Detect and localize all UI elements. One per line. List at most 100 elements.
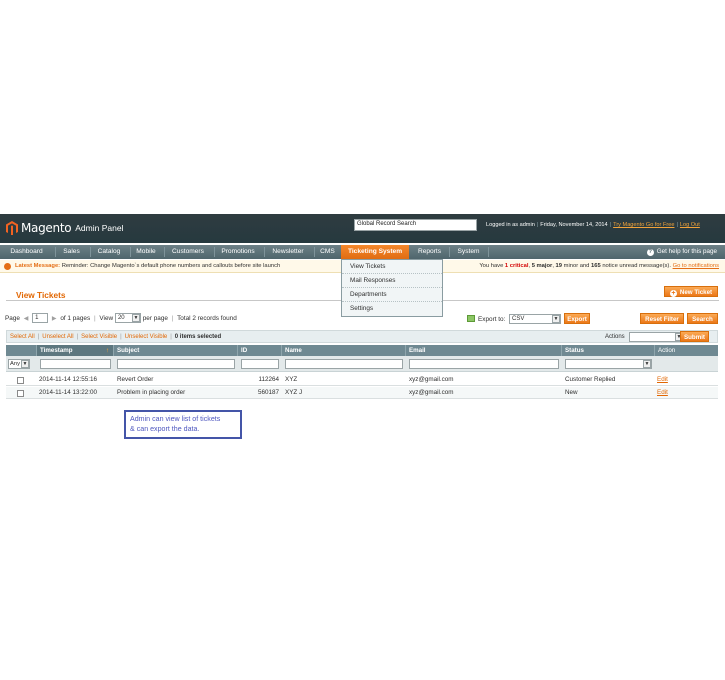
logo-subtitle: Admin Panel xyxy=(75,223,124,233)
logo-text: Magento xyxy=(21,221,72,235)
chevron-down-icon: ▼ xyxy=(643,360,651,368)
warning-icon xyxy=(4,263,11,270)
actions-select[interactable]: ▼ xyxy=(629,332,684,342)
cell-id: 560187 xyxy=(257,389,279,396)
unselect-all-link[interactable]: Unselect All xyxy=(42,334,73,340)
date-text: Friday, November 14, 2014 xyxy=(540,222,608,228)
cell-email: xyz@gmail.com xyxy=(409,376,454,383)
col-status[interactable]: Status xyxy=(562,345,655,356)
new-ticket-button[interactable]: + New Ticket xyxy=(664,286,718,297)
nav-system[interactable]: System xyxy=(451,245,486,259)
header: Magento Admin Panel Global Record Search… xyxy=(0,214,725,243)
help-label: Get help for this page xyxy=(656,248,717,255)
total-records: Total 2 records found xyxy=(177,315,237,322)
nav-newsletter[interactable]: Newsletter xyxy=(266,245,310,259)
col-timestamp[interactable]: Timestamp ↑ xyxy=(37,345,114,356)
export-format-select[interactable]: CSV ▼ xyxy=(509,314,561,324)
cell-name: XYZ xyxy=(285,376,298,383)
logout-link[interactable]: Log Out xyxy=(680,222,700,228)
pager: Page ◀ 1 ▶ of 1 pages | View 20 ▼ per pag… xyxy=(5,313,237,325)
submit-button[interactable]: Submit xyxy=(680,331,709,342)
cell-id: 112264 xyxy=(258,376,279,383)
status-filter-select[interactable]: ▼ xyxy=(565,359,652,369)
cell-email: xyz@gmail.com xyxy=(409,389,454,396)
unselect-visible-link[interactable]: Unselect Visible xyxy=(125,334,168,340)
chevron-down-icon: ▼ xyxy=(131,314,140,323)
select-all-link[interactable]: Select All xyxy=(10,334,35,340)
nav-cms[interactable]: CMS xyxy=(316,245,339,259)
ticketing-dropdown-menu: View Tickets Mail Responses Departments … xyxy=(341,259,443,317)
try-magento-link[interactable]: Try Magento Go for Free xyxy=(613,222,674,228)
col-name[interactable]: Name xyxy=(282,345,406,356)
go-to-notifications-link[interactable]: Go to notifications xyxy=(673,263,719,269)
select-visible-link[interactable]: Select Visible xyxy=(81,334,117,340)
table-row[interactable]: 2014-11-14 12:55:16 Revert Order 112264 … xyxy=(6,374,718,386)
notice-suffix: notice unread message(s). xyxy=(602,263,671,269)
admin-panel: Magento Admin Panel Global Record Search… xyxy=(0,214,725,439)
minor-count: 19 xyxy=(555,263,562,269)
view-label: View xyxy=(99,315,114,322)
global-search-input[interactable]: Global Record Search xyxy=(354,219,477,231)
export-button[interactable]: Export xyxy=(564,313,590,324)
email-filter-input[interactable] xyxy=(409,359,559,369)
note-line-2: & can export the data. xyxy=(130,424,200,433)
export-icon xyxy=(467,315,475,322)
export-format-value: CSV xyxy=(512,316,525,322)
new-ticket-label: New Ticket xyxy=(679,289,713,296)
prev-page-icon[interactable]: ◀ xyxy=(24,313,29,325)
timestamp-filter-input[interactable] xyxy=(40,359,111,369)
edit-link[interactable]: Edit xyxy=(657,387,668,399)
nav-promotions[interactable]: Promotions xyxy=(216,245,260,259)
col-action: Action xyxy=(658,347,676,354)
cell-status: Customer Replied xyxy=(565,376,616,383)
plus-icon: + xyxy=(669,290,677,297)
note-line-1: Admin can view list of tickets xyxy=(130,415,221,423)
row-checkbox[interactable] xyxy=(17,377,24,384)
menu-item-view-tickets[interactable]: View Tickets xyxy=(342,260,442,274)
latest-message-label: Latest Message: xyxy=(15,263,61,269)
help-link[interactable]: ? Get help for this page xyxy=(646,245,717,259)
actions-label: Actions xyxy=(605,334,625,340)
massaction-filter-select[interactable]: Any ▼ xyxy=(8,359,30,369)
minor-suffix: minor and xyxy=(563,263,590,269)
header-links: Logged in as admin | Friday, November 14, … xyxy=(486,222,700,228)
nav-sales[interactable]: Sales xyxy=(57,245,86,259)
col-id[interactable]: ID xyxy=(238,345,282,356)
nav-reports[interactable]: Reports xyxy=(412,245,447,259)
table-row[interactable]: 2014-11-14 13:22:00 Problem in placing o… xyxy=(6,387,718,399)
id-filter-input[interactable] xyxy=(241,359,279,369)
menu-item-settings[interactable]: Settings xyxy=(342,302,442,316)
search-button[interactable]: Search xyxy=(687,313,718,324)
edit-link[interactable]: Edit xyxy=(657,374,668,386)
unread-prefix: You have xyxy=(479,263,504,269)
name-filter-input[interactable] xyxy=(285,359,403,369)
reset-filter-button[interactable]: Reset Filter xyxy=(640,313,684,324)
subject-filter-input[interactable] xyxy=(117,359,235,369)
grid-header: Timestamp ↑ Subject ID Name Email Status … xyxy=(6,345,718,356)
nav-catalog[interactable]: Catalog xyxy=(91,245,127,259)
menu-item-departments[interactable]: Departments xyxy=(342,288,442,302)
per-page-select[interactable]: 20 ▼ xyxy=(114,313,141,324)
notice-count: 165 xyxy=(591,263,601,269)
nav-mobile[interactable]: Mobile xyxy=(131,245,161,259)
cell-timestamp: 2014-11-14 12:55:16 xyxy=(39,376,98,383)
of-pages: of 1 pages xyxy=(60,315,91,322)
col-email[interactable]: Email xyxy=(406,345,562,356)
row-checkbox[interactable] xyxy=(17,390,24,397)
nav-dashboard[interactable]: Dashboard xyxy=(2,245,51,259)
nav-customers[interactable]: Customers xyxy=(166,245,210,259)
filter-row: Any ▼ ▼ xyxy=(6,356,718,372)
page-input[interactable]: 1 xyxy=(32,313,49,324)
latest-message: Latest Message: Reminder: Change Magento… xyxy=(15,260,280,273)
next-page-icon[interactable]: ▶ xyxy=(52,313,57,325)
menu-item-mail-responses[interactable]: Mail Responses xyxy=(342,274,442,288)
chevron-down-icon: ▼ xyxy=(552,315,560,323)
per-page-label: per page xyxy=(142,315,168,322)
annotation-note: Admin can view list of tickets & can exp… xyxy=(124,410,242,439)
export-label: Export to: xyxy=(467,314,505,325)
col-subject[interactable]: Subject xyxy=(114,345,238,356)
logo[interactable]: Magento Admin Panel xyxy=(6,220,123,236)
cell-subject: Revert Order xyxy=(117,376,154,383)
col-checkbox xyxy=(6,345,37,356)
nav-ticketing-system[interactable]: Ticketing System xyxy=(341,245,409,259)
